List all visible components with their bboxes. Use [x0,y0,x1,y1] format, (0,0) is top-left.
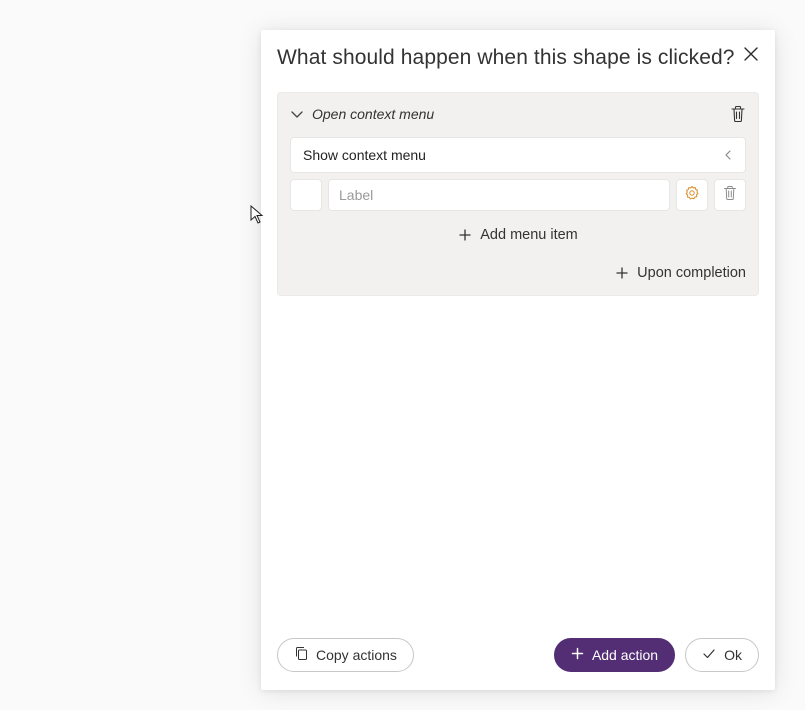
menu-item-label-input[interactable] [328,179,670,211]
chevron-left-icon [723,148,733,162]
close-icon [743,46,759,62]
dialog-title: What should happen when this shape is cl… [277,46,759,70]
add-action-label: Add action [592,647,658,663]
check-icon [702,647,716,663]
add-menu-item-button[interactable]: Add menu item [290,227,746,243]
copy-icon [294,646,308,664]
menu-item-delete-button[interactable] [714,179,746,211]
copy-actions-button[interactable]: Copy actions [277,638,414,672]
chevron-down-icon [290,107,304,121]
plus-icon [571,647,584,663]
copy-actions-label: Copy actions [316,647,397,663]
delete-action-button[interactable] [730,105,746,123]
action-type-label: Show context menu [303,147,723,163]
upon-completion-button[interactable]: Upon completion [290,265,746,281]
ok-button[interactable]: Ok [685,638,759,672]
gear-icon [684,185,700,206]
plus-icon [615,266,629,280]
ok-label: Ok [724,647,742,663]
trash-icon [730,105,746,123]
close-button[interactable] [739,42,763,66]
action-header[interactable]: Open context menu [290,105,746,123]
dialog-panel: What should happen when this shape is cl… [261,30,775,690]
upon-completion-label: Upon completion [637,265,746,281]
footer-right-group: Add action Ok [554,638,759,672]
action-name: Open context menu [312,106,722,122]
action-type-select[interactable]: Show context menu [290,137,746,173]
menu-item-settings-button[interactable] [676,179,708,211]
plus-icon [458,228,472,242]
add-action-button[interactable]: Add action [554,638,675,672]
trash-icon [723,185,737,206]
dialog-header: What should happen when this shape is cl… [277,46,759,88]
action-block: Open context menu Show context menu [277,92,759,296]
dialog-footer: Copy actions Add action Ok [277,638,759,672]
menu-item-row [290,179,746,211]
add-menu-item-label: Add menu item [480,227,578,243]
menu-item-icon-picker[interactable] [290,179,322,211]
